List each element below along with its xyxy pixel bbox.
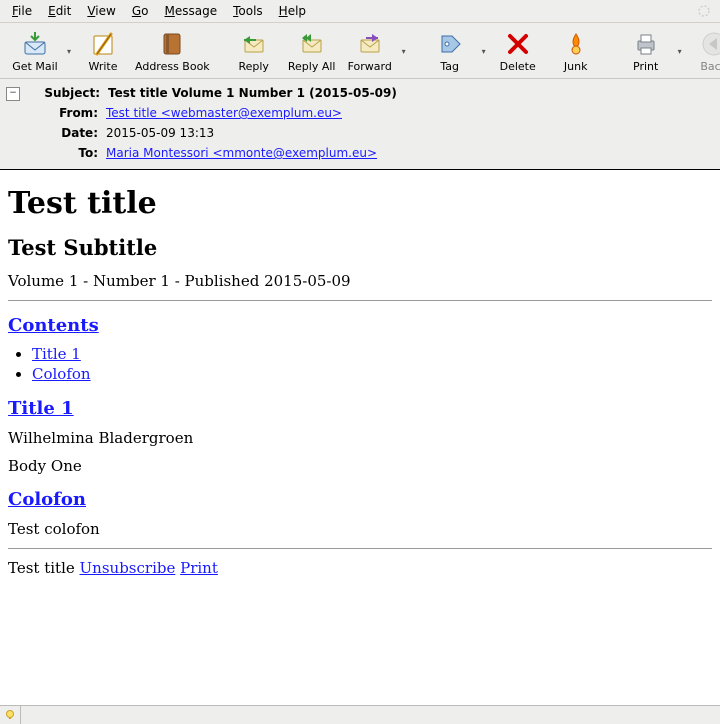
body-title: Test title [8, 186, 712, 221]
reply-all-button[interactable]: Reply All [283, 27, 341, 76]
junk-button[interactable]: Junk [547, 27, 605, 76]
toc-link-1[interactable]: Title 1 [32, 345, 81, 363]
menu-view[interactable]: View [79, 2, 123, 20]
menubar: File Edit View Go Message Tools Help [0, 0, 720, 23]
unsubscribe-link[interactable]: Unsubscribe [80, 559, 176, 577]
contents-heading: Contents [8, 315, 712, 336]
tag-button[interactable]: Tag [421, 27, 479, 76]
footer-site: Test title [8, 559, 75, 577]
list-item: Colofon [32, 364, 712, 384]
from-label: From: [24, 105, 106, 121]
status-text [21, 706, 720, 724]
print-button[interactable]: Print [617, 27, 675, 76]
date-value: 2015-05-09 13:13 [106, 125, 716, 141]
reply-icon [240, 30, 268, 58]
contents-heading-link[interactable]: Contents [8, 315, 99, 336]
forward-button[interactable]: Forward [341, 27, 399, 76]
menu-message[interactable]: Message [156, 2, 225, 20]
toolbar: Get Mail Write Address Book Reply [0, 23, 720, 79]
back-icon [700, 30, 720, 58]
body-subtitle: Test Subtitle [8, 235, 712, 260]
message-body: Test title Test Subtitle Volume 1 - Numb… [0, 170, 720, 708]
divider [8, 548, 712, 549]
toc-list: Title 1 Colofon [32, 344, 712, 384]
toc-link-2[interactable]: Colofon [32, 365, 91, 383]
get-mail-icon [21, 30, 49, 58]
body-footer: Test title Unsubscribe Print [8, 559, 712, 577]
menu-file[interactable]: File [4, 2, 40, 20]
subject-label: Subject: [26, 85, 108, 101]
article-heading: Colofon [8, 489, 712, 510]
message-header-pane: − Subject: Test title Volume 1 Number 1 … [0, 79, 720, 170]
date-label: Date: [24, 125, 106, 141]
article-1-author: Wilhelmina Bladergroen [8, 429, 712, 447]
delete-button[interactable]: Delete [489, 27, 547, 76]
to-link[interactable]: Maria Montessori <mmonte@exemplum.eu> [106, 146, 377, 160]
menu-go[interactable]: Go [124, 2, 157, 20]
article-1-heading-link[interactable]: Title 1 [8, 398, 74, 419]
menu-edit[interactable]: Edit [40, 2, 79, 20]
to-label: To: [24, 145, 106, 161]
forward-dropdown[interactable] [399, 27, 409, 76]
back-button: Back [685, 27, 720, 76]
address-book-button[interactable]: Address Book [132, 27, 213, 76]
reply-button[interactable]: Reply [225, 27, 283, 76]
get-mail-button[interactable]: Get Mail [6, 27, 64, 76]
article-2-heading-link[interactable]: Colofon [8, 489, 86, 510]
statusbar [0, 705, 720, 724]
header-collapse-toggle[interactable]: − [6, 87, 20, 101]
tag-icon [436, 30, 464, 58]
menu-tools[interactable]: Tools [225, 2, 271, 20]
article-1-body: Body One [8, 457, 712, 475]
print-link[interactable]: Print [180, 559, 218, 577]
print-icon [632, 30, 660, 58]
get-mail-dropdown[interactable] [64, 27, 74, 76]
from-link[interactable]: Test title <webmaster@exemplum.eu> [106, 106, 342, 120]
write-button[interactable]: Write [74, 27, 132, 76]
print-dropdown[interactable] [675, 27, 685, 76]
list-item: Title 1 [32, 344, 712, 364]
tag-dropdown[interactable] [479, 27, 489, 76]
activity-indicator-icon [696, 3, 712, 19]
delete-icon [504, 30, 532, 58]
reply-all-icon [298, 30, 326, 58]
body-publine: Volume 1 - Number 1 - Published 2015-05-… [8, 272, 712, 290]
divider [8, 300, 712, 301]
subject-value: Test title Volume 1 Number 1 (2015-05-09… [108, 85, 716, 101]
menu-help[interactable]: Help [271, 2, 314, 20]
article-heading: Title 1 [8, 398, 712, 419]
address-book-icon [158, 30, 186, 58]
status-hint-icon[interactable] [0, 706, 21, 724]
forward-icon [356, 30, 384, 58]
junk-icon [562, 30, 590, 58]
article-2-body: Test colofon [8, 520, 712, 538]
write-icon [89, 30, 117, 58]
